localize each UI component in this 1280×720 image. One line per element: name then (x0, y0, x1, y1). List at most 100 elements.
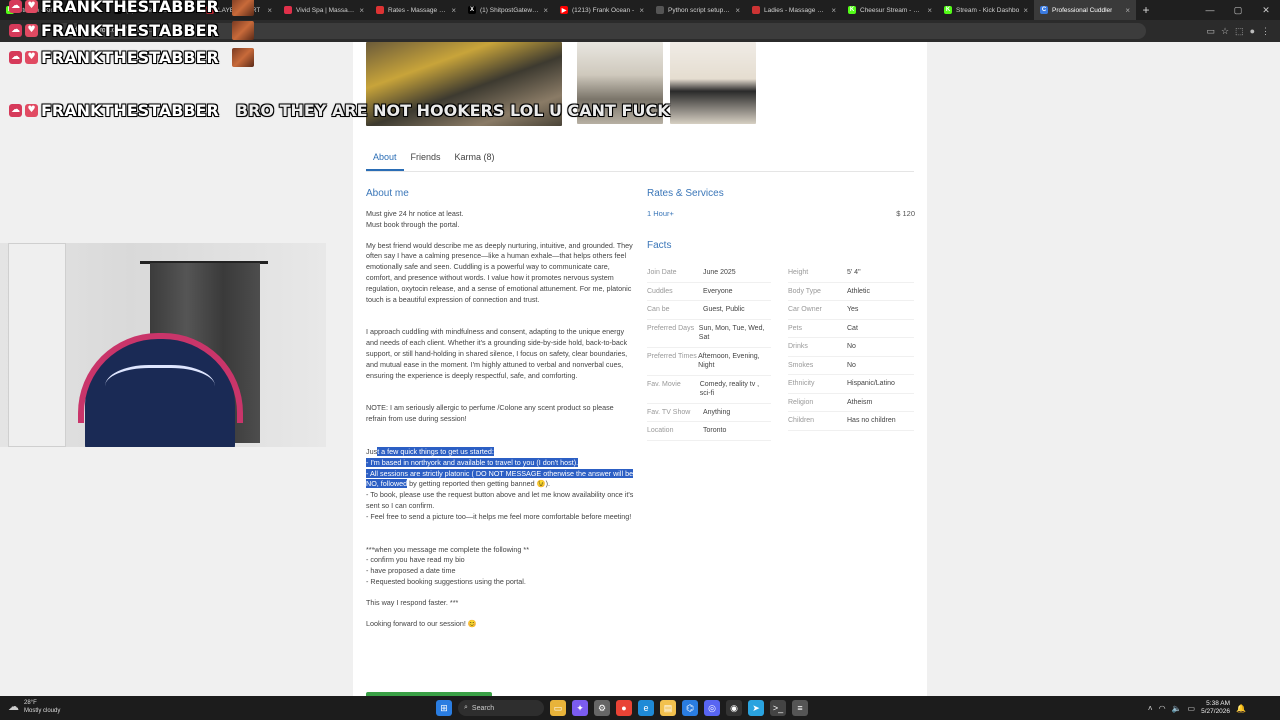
battery-icon[interactable]: ▭ (1188, 704, 1196, 713)
volume-icon[interactable]: 🔈 (1172, 704, 1182, 713)
profile-photo[interactable] (670, 42, 756, 124)
tab-close-icon[interactable]: × (735, 6, 740, 15)
window-controls: — ▢ ✕ (1196, 0, 1280, 20)
tab-close-icon[interactable]: × (639, 6, 644, 15)
extensions-icon[interactable]: ⬚ (1235, 26, 1244, 37)
tab-title: Python script setup gu (668, 6, 732, 14)
tab-close-icon[interactable]: × (543, 6, 548, 15)
fact-label: Religion (788, 398, 814, 406)
discord-icon[interactable]: ◎ (704, 700, 720, 716)
fact-value: No (847, 361, 856, 369)
browser-tab[interactable]: K Stream - Kick Dashbo× (938, 0, 1034, 20)
browser-tab[interactable]: C Professional Cuddler × (1034, 0, 1136, 20)
fact-value: Cat (847, 324, 858, 332)
telegram-icon[interactable]: ➤ (748, 700, 764, 716)
terminal-icon[interactable]: >_ (770, 700, 786, 716)
profile-icon[interactable]: ● (1250, 26, 1255, 36)
notepad-icon[interactable]: ≡ (792, 700, 808, 716)
tab-close-icon[interactable]: × (451, 6, 456, 15)
tab-karma[interactable]: Karma (8) (448, 148, 502, 171)
quick-things: Just a few quick things to get us starte… (366, 446, 634, 523)
fact-row: Location Toronto (647, 422, 771, 441)
browser-tab[interactable]: Vivid Spa | Massage P × (278, 0, 370, 20)
clock[interactable]: 5:38 AM 5/27/2026 (1201, 700, 1230, 716)
fact-value: Comedy, reality tv , sci-fi (699, 380, 760, 398)
browser-tab[interactable]: ▶ (1213) Frank Ocean - × (554, 0, 650, 20)
browser-tab[interactable]: Rates - Massage Place × (370, 0, 462, 20)
fact-value: Guest, Public (703, 306, 745, 313)
tab-friends[interactable]: Friends (404, 148, 448, 171)
bookmark-star-icon[interactable]: ☆ (1221, 26, 1229, 37)
system-tray: ˄ ◠ 🔈 ▭ 5:38 AM 5/27/2026 🔔 (1148, 696, 1246, 720)
tab-close-icon[interactable]: × (359, 6, 364, 15)
heart-badge-icon: ♥ (25, 23, 38, 37)
folder-icon[interactable]: ▤ (660, 700, 676, 716)
chat-badge-icon: ☁ (9, 50, 22, 64)
tab-title: (1213) Frank Ocean - (572, 6, 635, 14)
tab-title: (1) ShitpostGateway o (480, 6, 540, 14)
fact-row: Can be Guest, Public (647, 301, 771, 320)
tab-favicon-icon (284, 6, 292, 14)
taskbar-search[interactable]: ⌕ Search (458, 700, 544, 716)
search-label: Search (471, 704, 495, 712)
browser-tab[interactable]: Python script setup gu × (650, 0, 746, 20)
vscode-icon[interactable]: ⌬ (682, 700, 698, 716)
fact-value: Everyone (703, 287, 733, 295)
cast-icon[interactable]: ▭ (1206, 26, 1215, 37)
fact-label: Join Date (647, 269, 677, 276)
fact-row: Join Date June 2025 (647, 264, 771, 283)
tab-close-icon[interactable]: × (1125, 6, 1130, 15)
browser-tab[interactable]: Ladies - Massage Parlo × (746, 0, 842, 20)
chrome-icon[interactable]: ● (616, 700, 632, 716)
fact-label: Height (788, 269, 809, 276)
settings-icon[interactable]: ⚙ (594, 700, 610, 716)
fact-label: Ethnicity (788, 380, 815, 387)
fact-label: Location (647, 427, 674, 434)
minimize-icon[interactable]: — (1196, 0, 1224, 20)
chat-message: ☁ ♥ FRANKTHESTABBER (9, 0, 254, 16)
fact-row: Smokes No (788, 357, 914, 375)
fact-row: Car Owner Yes (788, 301, 914, 320)
weather-condition: Mostly cloudy (24, 708, 61, 714)
tab-close-icon[interactable]: × (927, 6, 932, 15)
tab-close-icon[interactable]: × (267, 6, 272, 15)
tab-title: Vivid Spa | Massage P (296, 6, 356, 14)
chat-message: ☁ ♥ FRANKTHESTABBER (9, 20, 254, 40)
tab-favicon-icon: X (468, 6, 476, 14)
notification-icon[interactable]: 🔔 (1236, 704, 1246, 713)
weather-widget[interactable]: ☁ 28°F Mostly cloudy (8, 699, 60, 715)
rate-price: $ 120 (896, 209, 915, 218)
browser-tab[interactable]: K Cheesur Stream - Wat × (842, 0, 938, 20)
chevron-up-icon[interactable]: ˄ (1148, 704, 1153, 713)
chat-username: FRANKTHESTABBER (41, 100, 219, 120)
chat-emote (231, 47, 254, 67)
fact-row: Cuddles Everyone (647, 283, 771, 301)
fact-value: Sun, Mon, Tue, Wed, Sat (698, 324, 765, 342)
edge-icon[interactable]: e (638, 700, 654, 716)
browser-tab[interactable]: X (1) ShitpostGateway o × (462, 0, 554, 20)
tab-about[interactable]: About (366, 148, 404, 171)
new-tab-button[interactable]: + (1136, 3, 1156, 17)
tab-favicon-icon (752, 6, 760, 14)
file-explorer-icon[interactable]: ▭ (550, 700, 566, 716)
rates-heading: Rates & Services (647, 188, 724, 199)
menu-icon[interactable]: ⋮ (1261, 26, 1270, 37)
fact-row: Pets Cat (788, 320, 914, 338)
fact-label: Children (788, 417, 815, 424)
tab-close-icon[interactable]: × (1023, 6, 1028, 15)
weather-temp: 28°F (24, 700, 37, 706)
tab-title: Professional Cuddler (1052, 6, 1113, 14)
rate-row: 1 Hour+ $ 120 (647, 209, 915, 218)
fact-label: Can be (647, 306, 670, 313)
maximize-icon[interactable]: ▢ (1224, 0, 1252, 20)
rate-label[interactable]: 1 Hour+ (647, 209, 674, 218)
obs-icon[interactable]: ◉ (726, 700, 742, 716)
close-window-icon[interactable]: ✕ (1252, 0, 1280, 20)
windows-start-icon[interactable]: ⊞ (436, 700, 452, 716)
tab-title: Ladies - Massage Parlo (764, 6, 828, 14)
about-heading: About me (366, 188, 409, 199)
tab-close-icon[interactable]: × (831, 6, 836, 15)
copilot-icon[interactable]: ✦ (572, 700, 588, 716)
quick-things-prefix: Jus (366, 446, 378, 456)
wifi-icon[interactable]: ◠ (1159, 704, 1166, 713)
